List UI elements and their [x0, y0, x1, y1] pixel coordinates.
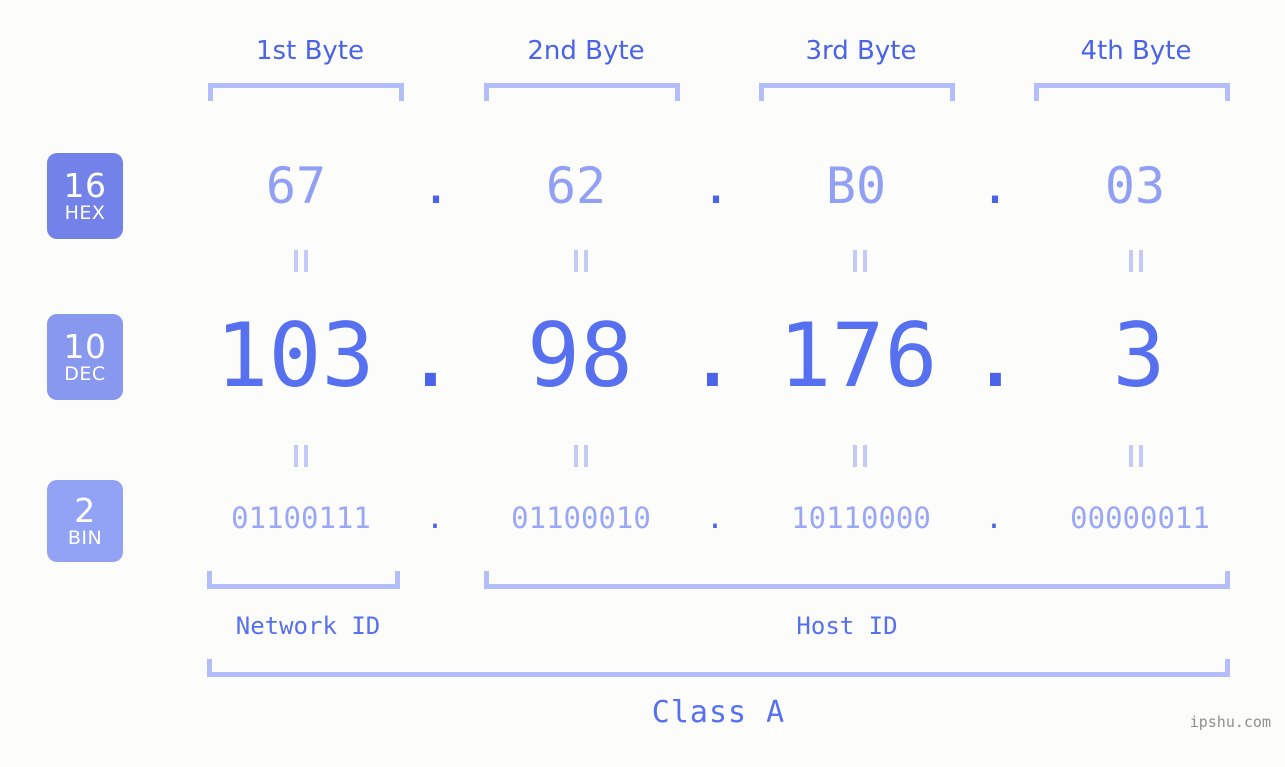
byte-header-label-3: 3rd Byte [805, 36, 917, 66]
bin-separator-3: . [985, 501, 1003, 535]
dec-separator-2: . [686, 304, 739, 407]
base-badge-hex-abbr: HEX [64, 202, 106, 224]
byte-header-label-2: 2nd Byte [527, 36, 645, 66]
equals-mark-dec-bin-4 [1116, 443, 1156, 467]
dec-separator-1: . [404, 304, 457, 407]
hex-separator-2: . [700, 157, 732, 215]
dec-byte-1: 103 [215, 304, 375, 407]
equals-mark-dec-bin-2 [561, 443, 601, 467]
class-bracket [207, 659, 1230, 677]
base-badge-dec-abbr: DEC [64, 363, 106, 385]
base-badge-bin: 2 BIN [47, 480, 123, 562]
hex-separator-1: . [420, 157, 452, 215]
bin-byte-2: 01100010 [511, 501, 651, 535]
hex-byte-2: 62 [545, 157, 607, 215]
hex-byte-1: 67 [265, 157, 327, 215]
bin-byte-1: 01100111 [231, 501, 371, 535]
hex-separator-3: . [979, 157, 1011, 215]
class-label: Class A [651, 695, 786, 730]
equals-mark-hex-dec-3 [840, 248, 880, 272]
site-watermark: ipshu.com [1189, 713, 1271, 731]
host-id-bracket [484, 571, 1230, 589]
base-badge-dec-number: 10 [63, 327, 107, 366]
equals-mark-hex-dec-2 [561, 248, 601, 272]
base-badge-hex: 16 HEX [47, 153, 123, 239]
equals-mark-hex-dec-1 [281, 248, 321, 272]
bin-byte-4: 00000011 [1070, 501, 1210, 535]
byte-bracket-4 [1034, 83, 1230, 101]
network-id-label: Network ID [235, 612, 381, 640]
base-badge-bin-number: 2 [74, 491, 96, 530]
base-badge-bin-abbr: BIN [67, 527, 103, 549]
byte-bracket-3 [759, 83, 955, 101]
host-id-label: Host ID [796, 612, 898, 640]
bin-byte-3: 10110000 [791, 501, 931, 535]
dec-byte-2: 98 [527, 304, 633, 407]
dec-separator-3: . [969, 304, 1022, 407]
equals-mark-dec-bin-3 [840, 443, 880, 467]
hex-byte-3: B0 [825, 157, 887, 215]
base-badge-dec: 10 DEC [47, 314, 123, 400]
dec-byte-4: 3 [1112, 304, 1166, 407]
byte-header-label-4: 4th Byte [1080, 36, 1192, 66]
byte-bracket-2 [484, 83, 680, 101]
equals-mark-dec-bin-1 [281, 443, 321, 467]
dec-byte-3: 176 [778, 304, 938, 407]
byte-header-label-1: 1st Byte [256, 36, 364, 66]
byte-bracket-1 [208, 83, 404, 101]
bin-separator-2: . [706, 501, 724, 535]
hex-byte-4: 03 [1104, 157, 1166, 215]
ip-breakdown-diagram: 1st Byte 2nd Byte 3rd Byte 4th Byte 16 H… [0, 0, 1285, 767]
network-id-bracket [207, 571, 400, 589]
equals-mark-hex-dec-4 [1116, 248, 1156, 272]
base-badge-hex-number: 16 [63, 166, 107, 205]
bin-separator-1: . [426, 501, 444, 535]
